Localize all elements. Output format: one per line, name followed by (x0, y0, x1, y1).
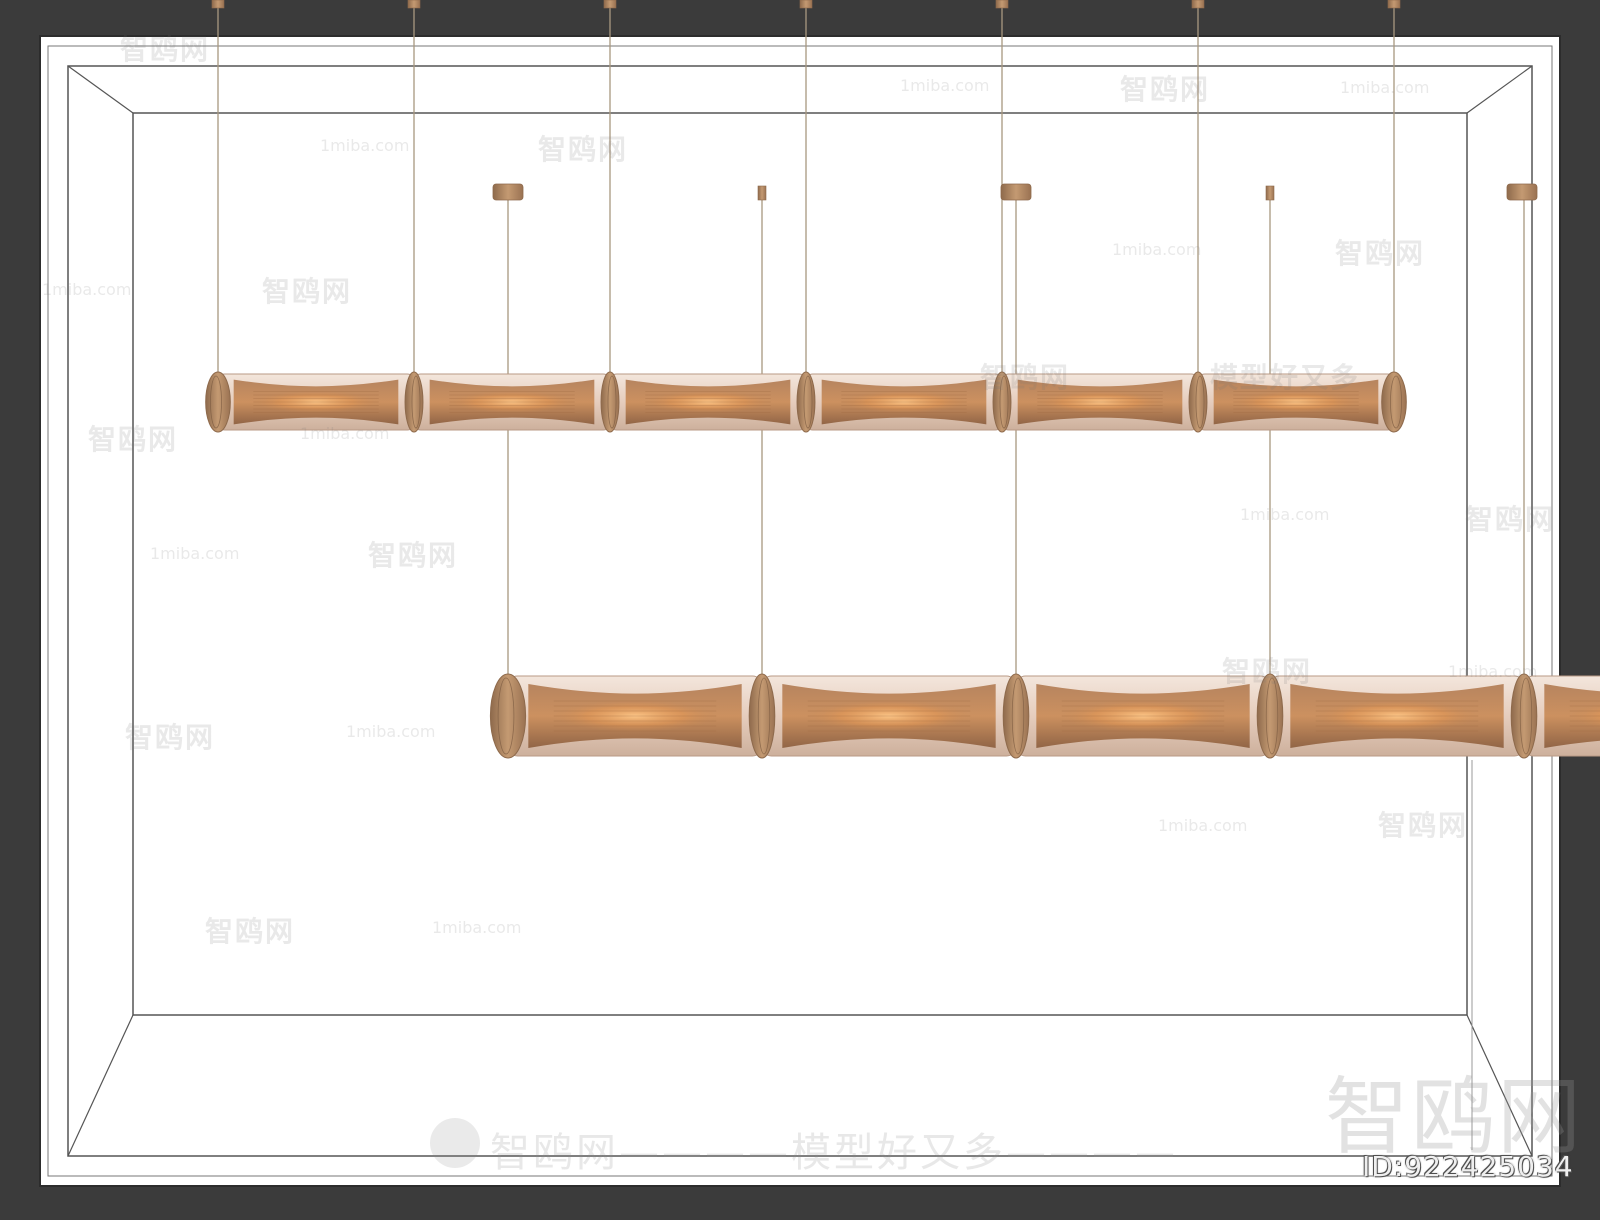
lamp-joint (1002, 673, 1030, 759)
lamp-segment (805, 373, 1003, 431)
ceiling-canopy (1191, 0, 1205, 9)
ceiling-canopy (995, 0, 1009, 9)
lamp-joint (748, 673, 776, 759)
lower-lamp (489, 673, 1600, 759)
upper-lamp (205, 371, 1407, 433)
ceiling-canopy (1506, 183, 1538, 201)
ceiling-canopy (799, 0, 813, 9)
render-viewport: 智鸥网 1miba.com 智鸥网 1miba.com 1miba.com 智鸥… (0, 0, 1600, 1220)
lamp-joint (489, 673, 527, 759)
ceiling-canopy (1387, 0, 1401, 9)
ceiling-canopy (211, 0, 225, 9)
lamp-segment (1001, 373, 1199, 431)
lamp-segment (609, 373, 807, 431)
watermark-logo-icon (430, 1118, 480, 1168)
lamp-segment (1269, 675, 1525, 757)
lamp-segment (413, 373, 611, 431)
lamp-joint (205, 371, 231, 433)
watermark-bottom: 智鸥网————模型好又多———— (490, 1130, 1178, 1176)
canvas-background (39, 35, 1561, 1187)
lamp-segment (217, 373, 415, 431)
lamp-segment (507, 675, 763, 757)
ceiling-canopy (757, 185, 767, 201)
model-id-label: ID:922425034 (1362, 1150, 1574, 1183)
lamp-joint (1256, 673, 1284, 759)
ceiling-canopy (603, 0, 617, 9)
lamp-segment (1015, 675, 1271, 757)
lamp-joint (1510, 673, 1538, 759)
ceiling-canopy (492, 183, 524, 201)
lamp-segment (761, 675, 1017, 757)
ceiling-canopy (1265, 185, 1275, 201)
ceiling-canopy (407, 0, 421, 9)
scene-canvas (39, 0, 1600, 1187)
lamp-joint (1381, 371, 1407, 433)
lamp-segment (1197, 373, 1395, 431)
ceiling-canopy (1000, 183, 1032, 201)
